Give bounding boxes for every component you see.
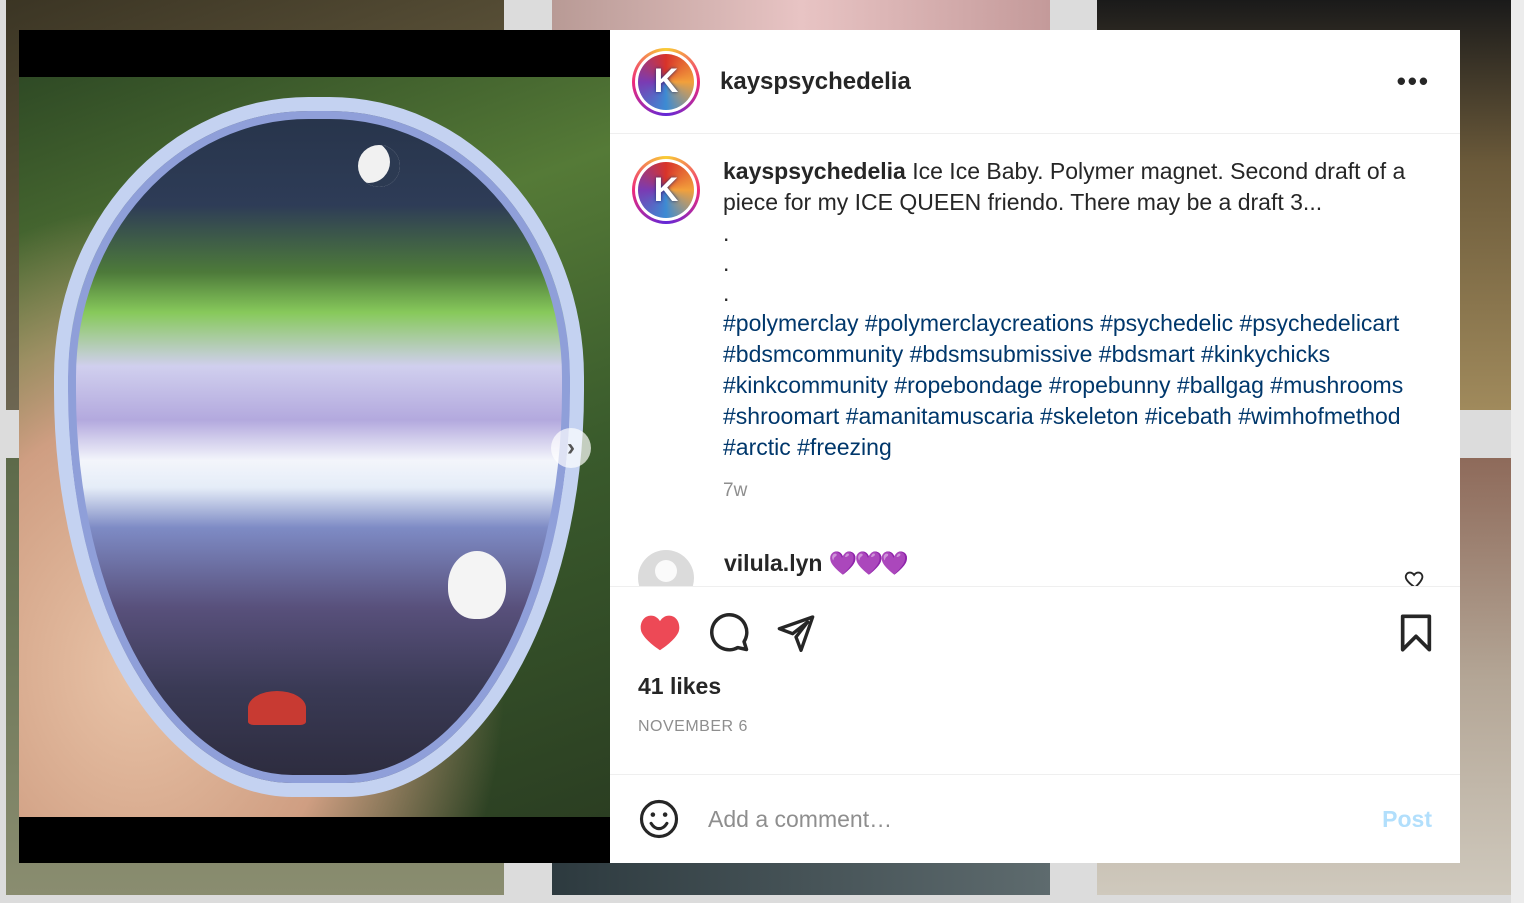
next-image-button[interactable]: › [551, 428, 591, 468]
comment-body: vilula.lyn 💜💜💜 [724, 550, 909, 586]
post-media: › [19, 30, 610, 863]
caption-dot: . [723, 250, 730, 276]
comment-input[interactable] [708, 805, 1383, 833]
post-comment-button[interactable]: Post [1382, 806, 1432, 833]
avatar-logo: K [638, 162, 694, 218]
comment-bubble-icon[interactable] [708, 611, 750, 653]
mushroom-shape [248, 691, 306, 725]
comment-item: vilula.lyn 💜💜💜 [632, 550, 1438, 586]
comment-text: 💜💜💜 [828, 550, 909, 576]
polymer-magnet-art [54, 97, 584, 797]
post-actions: 41 likes NOVEMBER 6 [610, 586, 1460, 774]
add-comment-form: Post [610, 774, 1460, 863]
caption-hashtags[interactable]: #polymerclay #polymerclaycreations #psyc… [723, 310, 1403, 460]
heart-outline-icon[interactable] [1404, 568, 1426, 586]
more-options-icon[interactable]: ••• [1397, 68, 1430, 94]
caption-dot: . [723, 280, 730, 306]
paper-plane-icon[interactable] [776, 612, 816, 652]
author-avatar[interactable]: K [632, 47, 700, 116]
avatar-logo: K [638, 53, 694, 110]
smiley-face-icon[interactable] [638, 798, 680, 840]
bookmark-icon[interactable] [1398, 613, 1434, 653]
chevron-right-icon: › [567, 434, 575, 461]
caption: K kayspsychedelia Ice Ice Baby. Polymer … [632, 156, 1438, 506]
caption-author-avatar[interactable]: K [632, 156, 700, 224]
page-scrollbar-gutter [1511, 0, 1524, 903]
moon-shape [358, 145, 400, 187]
comments-section: K kayspsychedelia Ice Ice Baby. Polymer … [610, 134, 1460, 586]
background-thumbnail[interactable] [552, 0, 1050, 30]
post-modal: › K kayspsychedelia ••• K kayspsychedeli… [19, 30, 1460, 863]
heart-filled-icon[interactable] [638, 612, 682, 652]
background-thumbnail[interactable] [552, 860, 1050, 895]
caption-body: kayspsychedelia Ice Ice Baby. Polymer ma… [723, 156, 1423, 506]
likes-count[interactable]: 41 likes [638, 673, 1432, 700]
post-header: K kayspsychedelia ••• [610, 30, 1460, 134]
post-time-ago[interactable]: 7w [723, 475, 1423, 506]
post-details-panel: K kayspsychedelia ••• K kayspsychedelia … [610, 30, 1460, 863]
caption-username[interactable]: kayspsychedelia [723, 158, 906, 184]
post-photo[interactable] [19, 77, 610, 817]
commenter-avatar[interactable] [638, 550, 694, 586]
caption-dot: . [723, 220, 730, 246]
author-username[interactable]: kayspsychedelia [720, 68, 911, 96]
skull-shape [448, 551, 506, 619]
post-date: NOVEMBER 6 [638, 718, 748, 735]
commenter-username[interactable]: vilula.lyn [724, 550, 822, 576]
